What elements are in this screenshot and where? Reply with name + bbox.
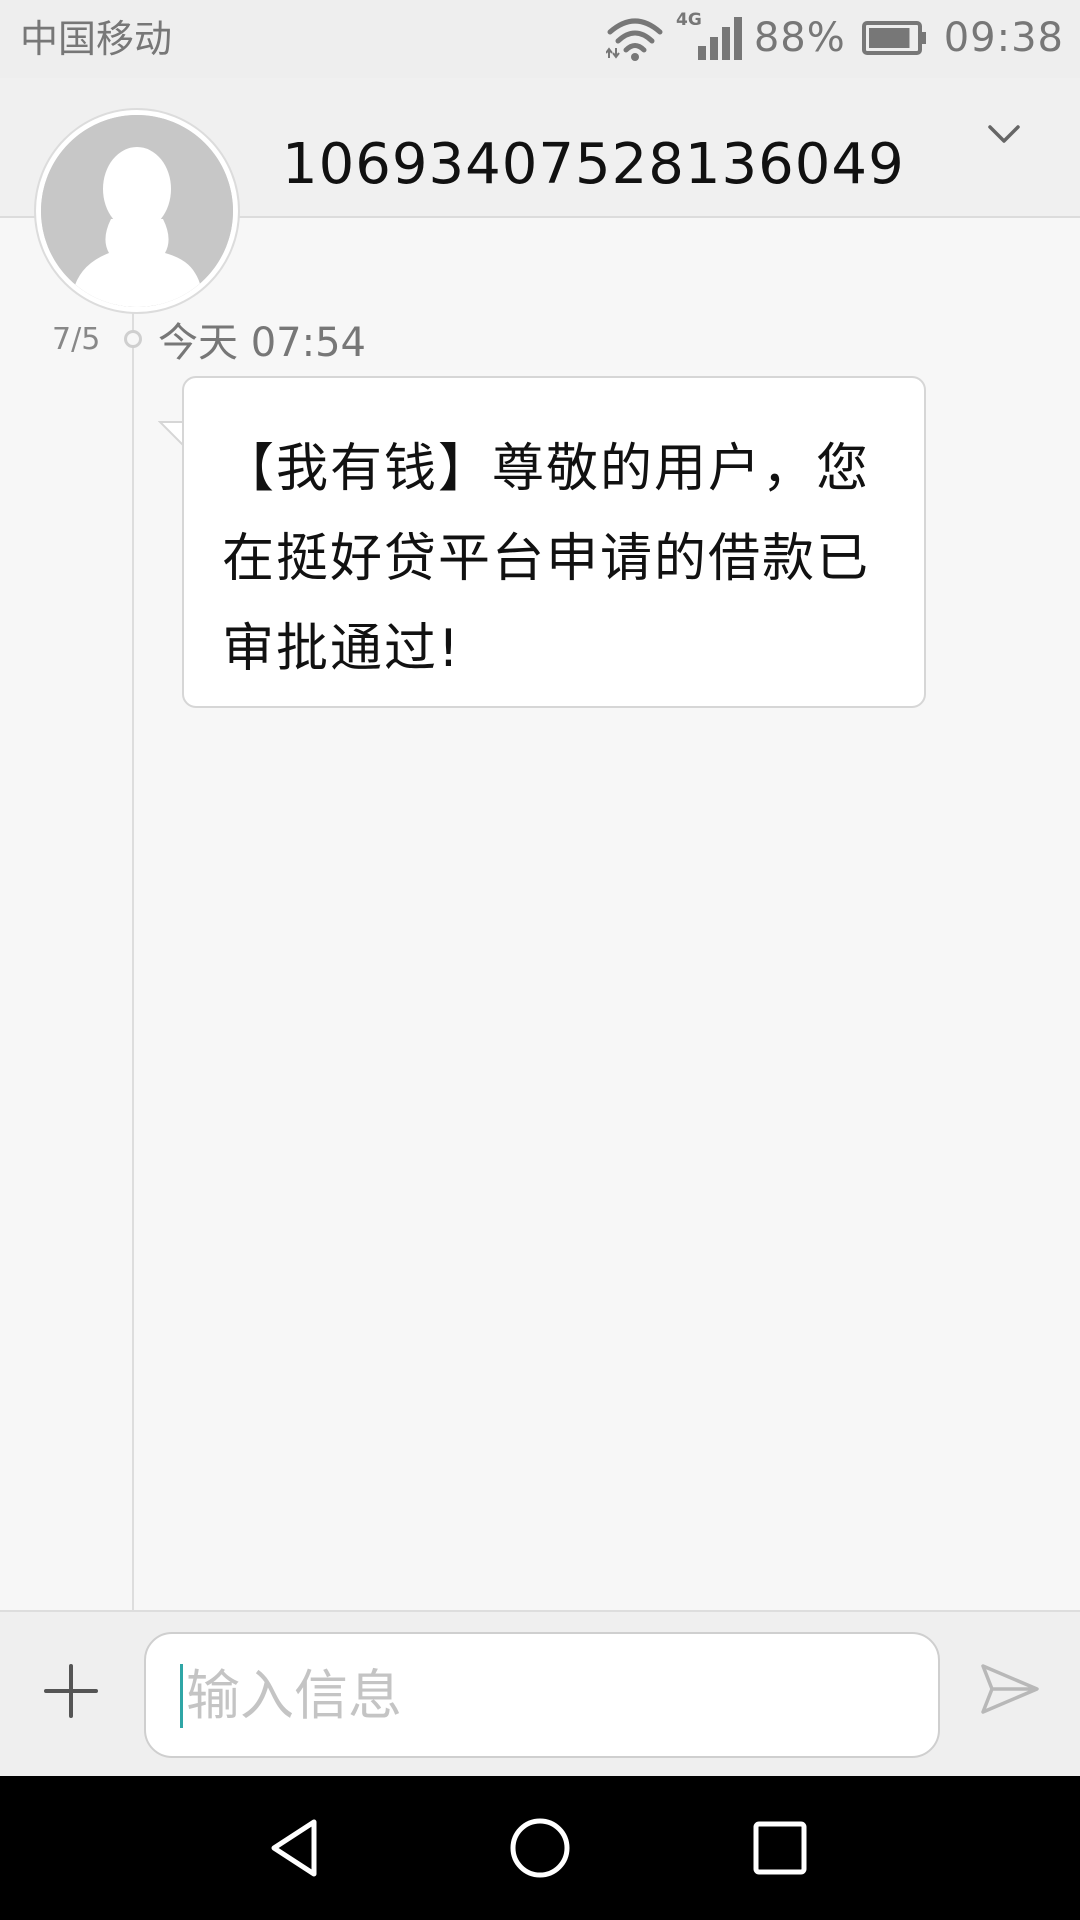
network-type-label: 4G — [676, 10, 702, 30]
contact-title[interactable]: 10693407528136049 — [282, 130, 905, 200]
default-avatar-icon — [41, 115, 233, 307]
status-bar: 中国移动 4G 88% 09:38 — [0, 0, 1080, 78]
wifi-icon — [606, 18, 663, 61]
send-icon[interactable] — [980, 1662, 1040, 1716]
status-clock: 09:38 — [943, 15, 1064, 61]
message-bubble[interactable]: 【我有钱】尊敬的用户，您在挺好贷平台申请的借款已审批通过! — [182, 376, 926, 708]
message-input[interactable] — [144, 1632, 940, 1758]
home-icon[interactable] — [504, 1812, 576, 1884]
chevron-down-icon[interactable] — [986, 122, 1022, 146]
recent-apps-icon[interactable] — [744, 1812, 816, 1884]
status-indicators: 4G 88% 09:38 — [606, 8, 1064, 68]
battery-percent: 88% — [753, 15, 846, 61]
contact-avatar[interactable] — [36, 110, 238, 312]
battery-icon — [861, 21, 926, 55]
text-cursor — [180, 1664, 183, 1728]
carrier-name: 中国移动 — [20, 17, 173, 61]
plus-icon[interactable] — [40, 1660, 102, 1722]
composer-bar — [0, 1610, 1080, 1778]
message-time: 今天 07:54 — [158, 320, 366, 366]
back-icon[interactable] — [262, 1812, 334, 1884]
message-date: 7/5 — [52, 322, 101, 357]
timeline-line — [132, 302, 134, 1610]
message-text: 【我有钱】尊敬的用户，您在挺好贷平台申请的借款已审批通过! — [222, 439, 871, 679]
signal-icon — [697, 17, 742, 60]
system-nav-bar — [0, 1776, 1080, 1920]
timeline-dot — [124, 330, 142, 348]
messaging-screen: 中国移动 4G 88% 09:38 10693407528136049 7/5 … — [0, 0, 1080, 1920]
